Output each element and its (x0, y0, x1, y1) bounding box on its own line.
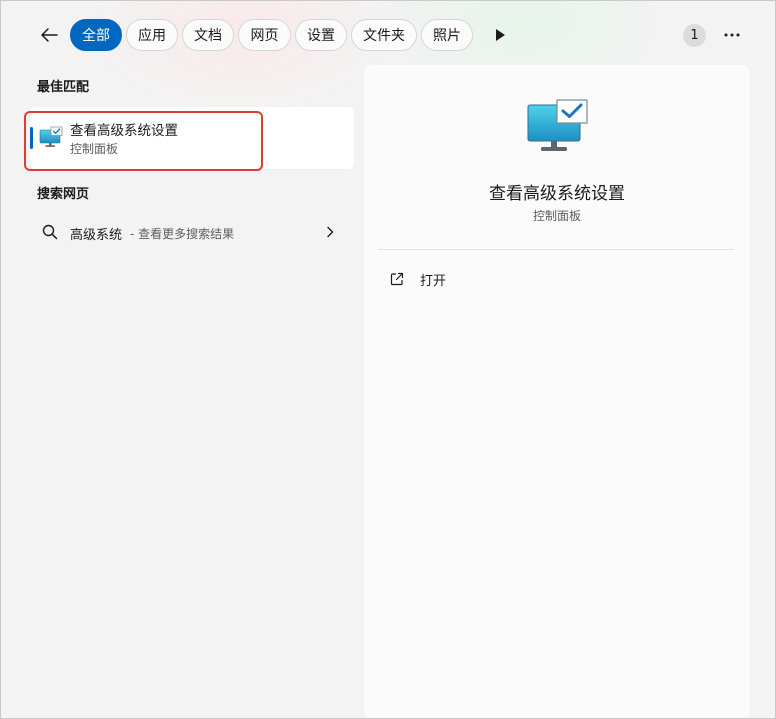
detail-title: 查看高级系统设置 (489, 184, 625, 204)
tab-web[interactable]: 网页 (238, 19, 291, 51)
best-match-result[interactable]: 查看高级系统设置 控制面板 (30, 107, 354, 169)
play-icon (496, 29, 505, 41)
selection-indicator (30, 127, 33, 149)
web-search-result[interactable]: 高级系统 - 查看更多搜索结果 (30, 213, 354, 251)
result-subtitle: 控制面板 (70, 142, 119, 156)
search-window: 全部 应用 文档 网页 设置 文件夹 照片 1 最佳匹配 查看高级系统设置 控制… (0, 0, 776, 719)
web-search-hint: - 查看更多搜索结果 (130, 227, 235, 241)
tab-all[interactable]: 全部 (70, 19, 122, 51)
more-options-button[interactable] (719, 23, 745, 47)
tab-folders[interactable]: 文件夹 (351, 19, 417, 51)
web-search-query: 高级系统 (70, 228, 123, 243)
back-arrow-icon (41, 28, 58, 42)
search-icon (42, 224, 58, 240)
open-action[interactable]: 打开 (382, 263, 732, 295)
tab-settings[interactable]: 设置 (295, 19, 347, 51)
more-filters-button[interactable] (487, 23, 513, 47)
back-button[interactable] (35, 21, 63, 49)
best-match-heading: 最佳匹配 (37, 80, 90, 95)
more-icon (724, 33, 740, 37)
monitor-check-icon (39, 126, 63, 147)
result-count-badge[interactable]: 1 (683, 24, 706, 47)
tab-apps[interactable]: 应用 (126, 19, 178, 51)
detail-divider (378, 249, 734, 250)
open-label: 打开 (420, 274, 447, 289)
tab-photos[interactable]: 照片 (421, 19, 473, 51)
web-search-heading: 搜索网页 (37, 187, 90, 202)
detail-panel: 查看高级系统设置 控制面板 打开 (364, 65, 750, 718)
chevron-right-icon (327, 226, 334, 238)
result-title: 查看高级系统设置 (70, 123, 178, 139)
monitor-check-icon (527, 99, 588, 151)
open-external-icon (390, 272, 404, 286)
tab-documents[interactable]: 文档 (182, 19, 234, 51)
detail-subtitle: 控制面板 (532, 209, 581, 223)
filter-bar: 全部 应用 文档 网页 设置 文件夹 照片 1 (1, 1, 775, 69)
